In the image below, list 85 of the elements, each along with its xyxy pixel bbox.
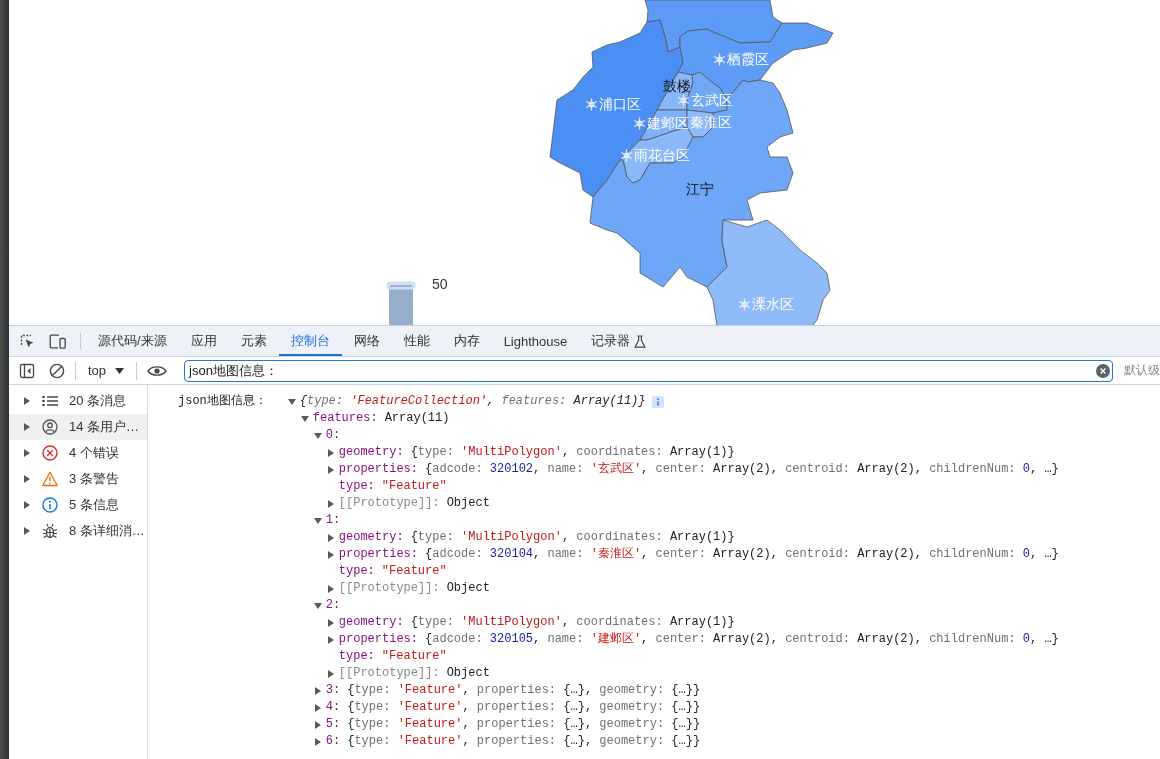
warning-icon — [42, 471, 58, 487]
disclosure-triangle-icon[interactable] — [326, 550, 335, 559]
clear-icon[interactable] — [1096, 363, 1110, 378]
panel-tab[interactable]: 元素 — [228, 326, 279, 356]
list-icon — [42, 395, 58, 407]
district-label: 浦口区 — [599, 96, 641, 112]
sidebar-item[interactable]: 20 条消息 — [9, 388, 147, 414]
property-entry: properties: {adcode: 320102, name: '玄武区', center: Array(2), centroid: Array(2), childrenNum: 0, …} — [338, 461, 1059, 478]
disclosure-triangle-icon[interactable] — [23, 449, 31, 457]
caret-icon — [115, 367, 125, 374]
disclosure-triangle-icon[interactable] — [313, 516, 322, 525]
disclosure-triangle-icon[interactable] — [326, 465, 335, 474]
property-entry: geometry: {type: 'MultiPolygon', coordinates: Array(1)} — [338, 444, 735, 461]
property-entry: 2: — [325, 597, 341, 614]
sidebar-item[interactable]: 5 条信息 — [9, 492, 147, 518]
property-entry: features: Array(11) — [312, 410, 450, 427]
disclosure-triangle-icon[interactable] — [326, 635, 335, 644]
disclosure-triangle-icon[interactable] — [326, 618, 335, 627]
eye-icon[interactable] — [147, 364, 168, 377]
property-entry: type: "Feature" — [338, 478, 447, 495]
error-icon — [42, 445, 58, 461]
disclosure-triangle-icon[interactable] — [287, 397, 296, 406]
property-entry: [[Prototype]]: Object — [338, 495, 490, 512]
disclosure-triangle-icon[interactable] — [23, 475, 31, 483]
sidebar-item[interactable]: 3 条警告 — [9, 466, 147, 492]
district-label: 溧水区 — [752, 296, 794, 312]
object-preview: {type: 'FeatureCollection', features: Array(11)} — [299, 393, 646, 410]
disclosure-triangle-icon[interactable] — [326, 669, 335, 678]
disclosure-triangle-icon[interactable] — [300, 414, 309, 423]
disclosure-triangle-icon[interactable] — [313, 601, 322, 610]
property-entry: 0: — [325, 427, 341, 444]
property-entry: [[Prototype]]: Object — [338, 580, 490, 597]
info-icon — [42, 497, 58, 513]
disclosure-triangle-icon[interactable] — [23, 397, 31, 405]
disclosure-triangle-icon[interactable] — [313, 703, 322, 712]
device-icon[interactable] — [49, 333, 66, 349]
disclosure-triangle-icon[interactable] — [23, 501, 31, 509]
disclosure-triangle-icon[interactable] — [326, 533, 335, 542]
sidebar-item[interactable]: 4 个错误 — [9, 440, 147, 466]
range-handle[interactable] — [386, 281, 416, 290]
disclosure-triangle-icon[interactable] — [313, 431, 322, 440]
property-entry: 4: {type: 'Feature', properties: {…}, geometry: {…}} — [325, 699, 701, 716]
user-icon — [42, 419, 58, 435]
context-dropdown[interactable]: top — [88, 363, 125, 378]
bug-icon — [42, 523, 58, 539]
panel-tab[interactable]: 内存 — [441, 326, 492, 356]
disclosure-triangle-icon[interactable] — [326, 584, 335, 593]
panel-tab[interactable]: 记录器 — [579, 326, 659, 356]
property-entry: 5: {type: 'Feature', properties: {…}, geometry: {…}} — [325, 716, 701, 733]
disclosure-triangle-icon[interactable] — [326, 448, 335, 457]
property-entry: properties: {adcode: 320104, name: '秦淮区', center: Array(2), centroid: Array(2), childrenNum: 0, …} — [338, 546, 1059, 563]
property-entry: type: "Feature" — [338, 648, 447, 665]
cursor-select-icon[interactable] — [19, 333, 35, 349]
property-entry: 6: {type: 'Feature', properties: {…}, geometry: {…}} — [325, 733, 701, 750]
panel-tab[interactable]: 网络 — [341, 326, 392, 356]
property-entry: 3: {type: 'Feature', properties: {…}, geometry: {…}} — [325, 682, 701, 699]
sidebar-item[interactable]: 14 条用户… — [9, 414, 147, 440]
property-entry: type: "Feature" — [338, 563, 447, 580]
district-label: 栖霞区 — [727, 51, 769, 67]
sidebar-item[interactable]: 8 条详细消… — [9, 518, 147, 544]
disclosure-triangle-icon[interactable] — [23, 423, 31, 431]
district-label: 江宁 — [686, 181, 714, 197]
color-scale-bar — [389, 289, 413, 325]
disclosure-triangle-icon[interactable] — [23, 527, 31, 535]
disclosure-triangle-icon[interactable] — [313, 720, 322, 729]
disclosure-triangle-icon[interactable] — [313, 686, 322, 695]
property-entry: 1: — [325, 512, 341, 529]
property-entry: properties: {adcode: 320105, name: '建邺区', center: Array(2), centroid: Array(2), childrenNum: 0, …} — [338, 631, 1059, 648]
sidebar-toggle-icon[interactable] — [19, 362, 35, 379]
panel-tab[interactable]: 性能 — [391, 326, 442, 356]
disclosure-triangle-icon[interactable] — [326, 499, 335, 508]
disclosure-triangle-icon[interactable] — [313, 737, 322, 746]
property-entry: geometry: {type: 'MultiPolygon', coordinates: Array(1)} — [338, 614, 735, 631]
property-entry: geometry: {type: 'MultiPolygon', coordinates: Array(1)} — [338, 529, 735, 546]
circle-slash-icon[interactable] — [49, 362, 65, 379]
panel-tab[interactable]: 应用 — [178, 326, 229, 356]
filter-field[interactable]: json地图信息： — [184, 359, 1113, 382]
property-entry: [[Prototype]]: Object — [338, 665, 490, 682]
levels-dropdown[interactable]: 默认级 — [1124, 362, 1160, 379]
panel-tab[interactable]: 源代码/来源 — [86, 326, 179, 356]
info-badge-icon — [651, 395, 664, 408]
panel-tab[interactable]: Lighthouse — [491, 326, 580, 356]
log-message: json地图信息： — [178, 393, 267, 410]
handle-value: 50 — [432, 276, 448, 292]
district-label: 鼓楼 — [663, 78, 691, 94]
